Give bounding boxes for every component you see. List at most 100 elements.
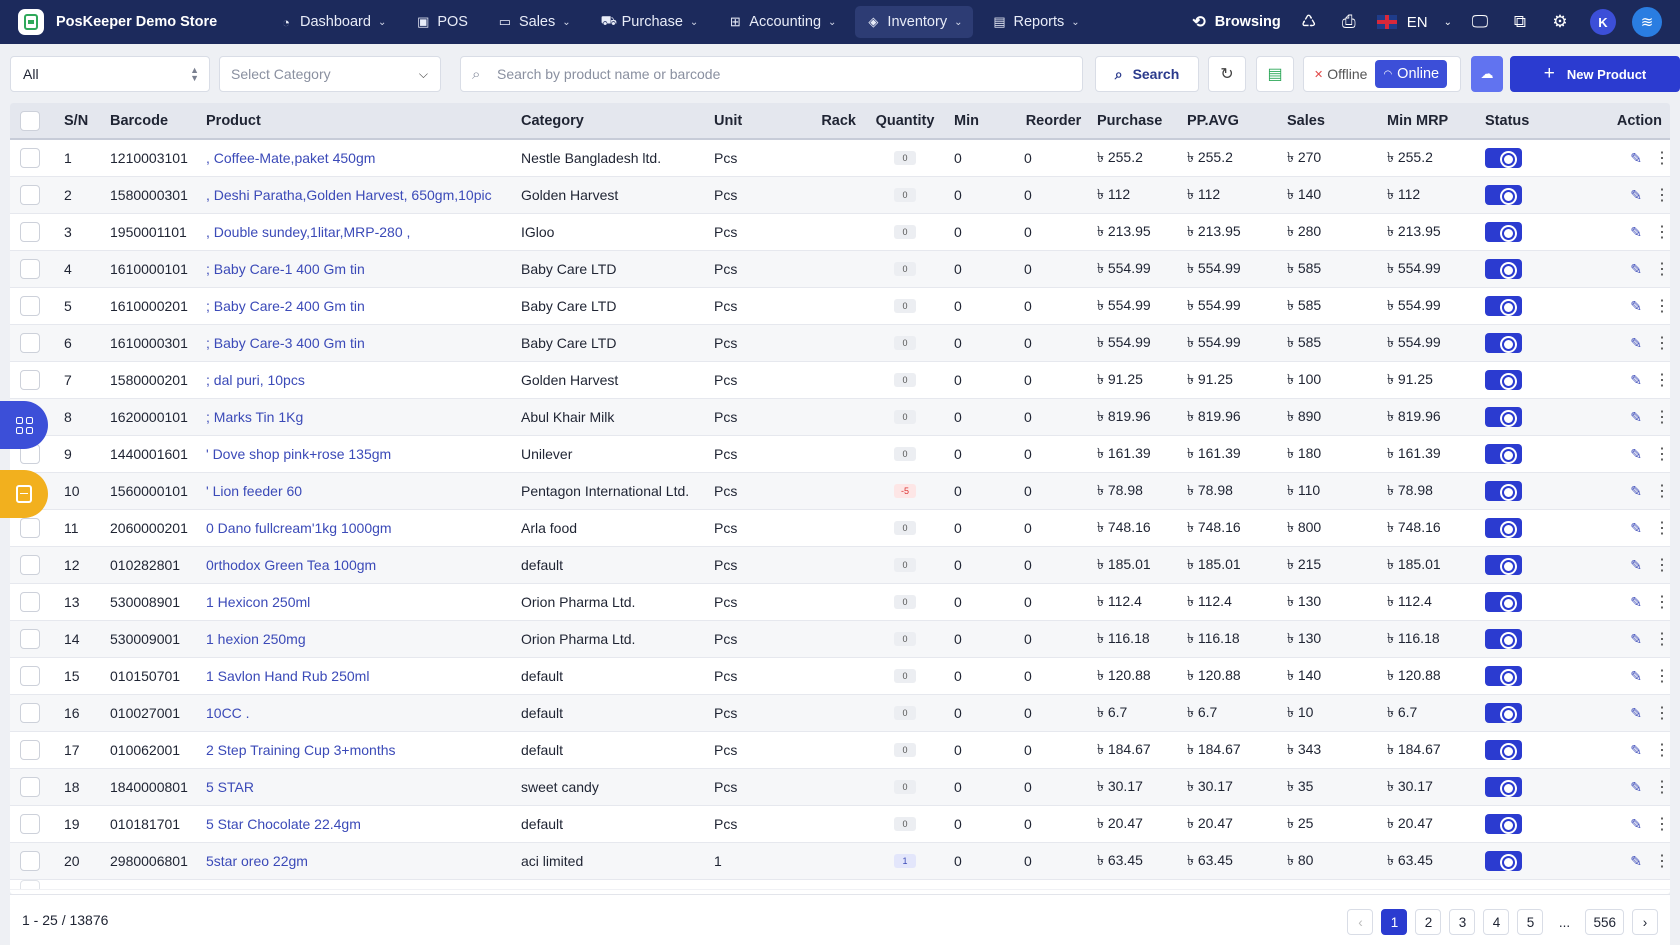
status-toggle[interactable] — [1485, 740, 1522, 760]
cell-product[interactable]: 0rthodox Green Tea 100gm — [196, 557, 511, 573]
more-options-icon[interactable]: ⋮ — [1654, 592, 1670, 612]
row-checkbox[interactable] — [20, 333, 40, 353]
gear-icon[interactable]: ⚙ — [1549, 11, 1571, 33]
header-product[interactable]: Product — [196, 113, 511, 129]
row-checkbox[interactable] — [20, 259, 40, 279]
edit-pencil-icon[interactable]: ✎ — [1630, 631, 1642, 648]
more-options-icon[interactable]: ⋮ — [1654, 296, 1670, 316]
status-toggle[interactable] — [1485, 555, 1522, 575]
cell-product[interactable]: ; Baby Care-3 400 Gm tin — [196, 335, 511, 351]
status-toggle[interactable] — [1485, 444, 1522, 464]
row-checkbox[interactable] — [20, 518, 40, 538]
row-checkbox[interactable] — [20, 777, 40, 797]
row-checkbox[interactable] — [20, 592, 40, 612]
pagination-page-button[interactable]: 2 — [1415, 909, 1442, 935]
edit-pencil-icon[interactable]: ✎ — [1630, 298, 1642, 315]
edit-pencil-icon[interactable]: ✎ — [1630, 261, 1642, 278]
more-options-icon[interactable]: ⋮ — [1654, 259, 1670, 279]
edit-pencil-icon[interactable]: ✎ — [1630, 335, 1642, 352]
header-min[interactable]: Min — [946, 113, 1016, 129]
status-toggle[interactable] — [1485, 777, 1522, 797]
header-barcode[interactable]: Barcode — [96, 113, 196, 129]
status-toggle[interactable] — [1485, 259, 1522, 279]
status-toggle[interactable] — [1485, 814, 1522, 834]
edit-pencil-icon[interactable]: ✎ — [1630, 372, 1642, 389]
edit-pencil-icon[interactable]: ✎ — [1630, 409, 1642, 426]
pagination-last-page-button[interactable]: 556 — [1585, 909, 1624, 935]
edit-pencil-icon[interactable]: ✎ — [1630, 816, 1642, 833]
recycle-icon[interactable]: ♺ — [1298, 11, 1320, 33]
row-checkbox[interactable] — [20, 185, 40, 205]
printer-icon[interactable]: ⎙ — [1338, 11, 1360, 33]
status-toggle[interactable] — [1485, 185, 1522, 205]
more-options-icon[interactable]: ⋮ — [1654, 740, 1670, 760]
more-options-icon[interactable]: ⋮ — [1654, 222, 1670, 242]
row-checkbox[interactable] — [20, 880, 40, 889]
status-toggle[interactable] — [1485, 518, 1522, 538]
status-toggle[interactable] — [1485, 851, 1522, 871]
nav-item-purchase[interactable]: ⛟ Purchase ⌄ — [590, 6, 710, 38]
more-options-icon[interactable]: ⋮ — [1654, 407, 1670, 427]
cell-product[interactable]: 2 Step Training Cup 3+months — [196, 742, 511, 758]
pagination-page-button[interactable]: 4 — [1483, 909, 1510, 935]
header-rack[interactable]: Rack — [804, 113, 864, 129]
edit-pencil-icon[interactable]: ✎ — [1630, 224, 1642, 241]
more-options-icon[interactable]: ⋮ — [1654, 333, 1670, 353]
status-toggle[interactable] — [1485, 148, 1522, 168]
cell-product[interactable]: ; Marks Tin 1Kg — [196, 409, 511, 425]
cell-product[interactable]: 5star oreo 22gm — [196, 853, 511, 869]
online-button[interactable]: ◠ Online — [1375, 60, 1448, 88]
monitor-icon[interactable]: 🖵 — [1469, 11, 1491, 33]
row-checkbox[interactable] — [20, 851, 40, 871]
edit-pencil-icon[interactable]: ✎ — [1630, 150, 1642, 167]
offline-button[interactable]: ✕ Offline — [1308, 66, 1373, 82]
edit-pencil-icon[interactable]: ✎ — [1630, 853, 1642, 870]
edit-pencil-icon[interactable]: ✎ — [1630, 668, 1642, 685]
edit-pencil-icon[interactable]: ✎ — [1630, 446, 1642, 463]
cell-product[interactable]: , Coffee-Mate,paket 450gm — [196, 150, 511, 166]
pagination-next-button[interactable]: › — [1632, 909, 1658, 935]
row-checkbox[interactable] — [20, 296, 40, 316]
cell-product[interactable]: , Double sundey,1litar,MRP-280 , — [196, 224, 511, 240]
cell-product[interactable]: ' Lion feeder 60 — [196, 483, 511, 499]
more-options-icon[interactable]: ⋮ — [1654, 444, 1670, 464]
cell-product[interactable]: ; Baby Care-2 400 Gm tin — [196, 298, 511, 314]
more-options-icon[interactable]: ⋮ — [1654, 518, 1670, 538]
cell-product[interactable]: 1 Savlon Hand Rub 250ml — [196, 668, 511, 684]
cell-product[interactable]: ; dal puri, 10pcs — [196, 372, 511, 388]
row-checkbox[interactable] — [20, 814, 40, 834]
more-options-icon[interactable]: ⋮ — [1654, 703, 1670, 723]
calculator-button[interactable] — [0, 470, 48, 518]
status-toggle[interactable] — [1485, 481, 1522, 501]
row-checkbox[interactable] — [20, 370, 40, 390]
cell-product[interactable]: 10CC . — [196, 705, 511, 721]
cell-product[interactable]: 5 STAR — [196, 779, 511, 795]
header-sales[interactable]: Sales — [1281, 113, 1381, 129]
language-selector[interactable]: EN ⌄ — [1376, 14, 1452, 31]
cell-product[interactable]: 0 Dano fullcream'1kg 1000gm — [196, 520, 511, 536]
row-checkbox[interactable] — [20, 148, 40, 168]
more-options-icon[interactable]: ⋮ — [1654, 851, 1670, 871]
header-unit[interactable]: Unit — [704, 113, 804, 129]
more-options-icon[interactable]: ⋮ — [1654, 148, 1670, 168]
nav-item-inventory[interactable]: ◈ Inventory ⌄ — [855, 6, 974, 38]
cloud-sync-button[interactable]: ☁ — [1471, 56, 1503, 92]
status-toggle[interactable] — [1485, 666, 1522, 686]
edit-pencil-icon[interactable]: ✎ — [1630, 187, 1642, 204]
more-options-icon[interactable]: ⋮ — [1654, 185, 1670, 205]
more-options-icon[interactable]: ⋮ — [1654, 555, 1670, 575]
cell-product[interactable]: ; Baby Care-1 400 Gm tin — [196, 261, 511, 277]
row-checkbox[interactable] — [20, 629, 40, 649]
header-sn[interactable]: S/N — [50, 113, 96, 129]
row-checkbox[interactable] — [20, 703, 40, 723]
status-toggle[interactable] — [1485, 407, 1522, 427]
apps-launcher-button[interactable] — [0, 401, 48, 449]
more-options-icon[interactable]: ⋮ — [1654, 629, 1670, 649]
nav-item-sales[interactable]: ▭ Sales ⌄ — [487, 6, 582, 38]
export-excel-button[interactable]: ▤ — [1256, 56, 1294, 92]
nav-item-accounting[interactable]: ⊞ Accounting ⌄ — [717, 6, 847, 38]
header-quantity[interactable]: Quantity — [864, 113, 946, 129]
status-toggle[interactable] — [1485, 370, 1522, 390]
more-options-icon[interactable]: ⋮ — [1654, 666, 1670, 686]
more-options-icon[interactable]: ⋮ — [1654, 814, 1670, 834]
